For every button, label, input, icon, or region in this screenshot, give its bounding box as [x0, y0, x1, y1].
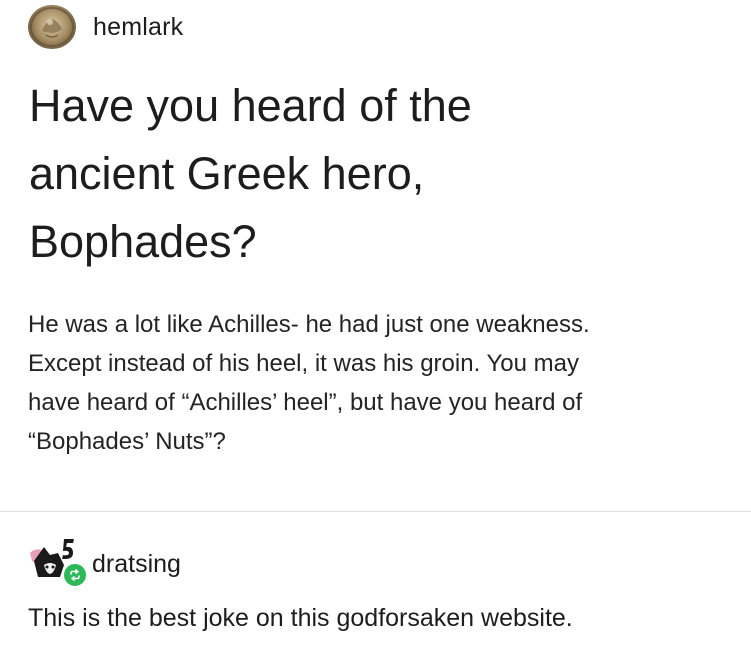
body-line: have heard of “Achilles’ heel”, but have… — [28, 389, 583, 416]
post-header: hemlark — [28, 5, 183, 49]
body-line: “Bophades’ Nuts”? — [28, 428, 226, 455]
reblog-icon — [62, 562, 88, 588]
post-title: Have you heard of the ancient Greek hero,… — [29, 72, 729, 276]
reblog-header: dratsing — [28, 531, 181, 588]
body-line: Except instead of his heel, it was his g… — [28, 350, 579, 377]
post-author[interactable]: hemlark — [93, 13, 183, 42]
title-line: Bophades? — [29, 216, 257, 267]
tumblr-post: hemlark Have you heard of the ancient Gre… — [0, 0, 751, 656]
title-line: ancient Greek hero, — [29, 148, 425, 199]
post-body: He was a lot like Achilles- he had just … — [28, 305, 728, 461]
reblog-divider — [0, 511, 751, 512]
coin-avatar-icon[interactable] — [28, 5, 76, 49]
reblog-comment: This is the best joke on this godforsake… — [28, 604, 573, 632]
body-line: He was a lot like Achilles- he had just … — [28, 311, 590, 338]
title-line: Have you heard of the — [29, 80, 472, 131]
reblog-author[interactable]: dratsing — [92, 550, 181, 579]
cartoon-avatar-icon[interactable] — [28, 531, 88, 588]
